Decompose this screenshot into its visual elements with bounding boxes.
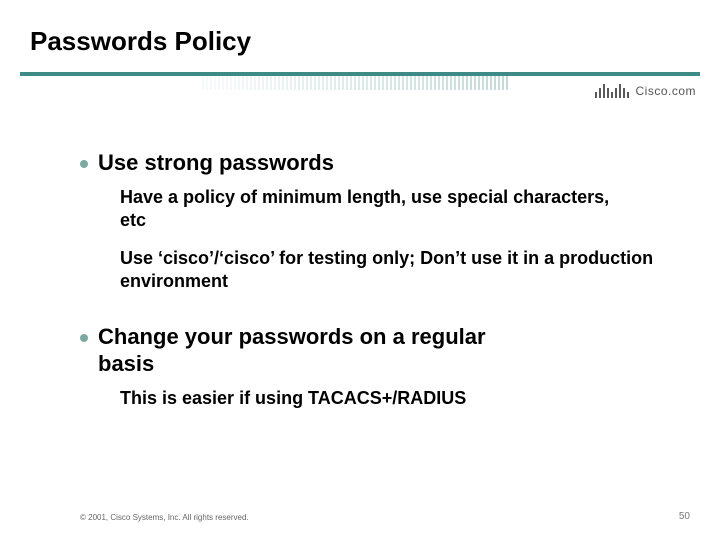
- bullet-1-text: Use strong passwords: [98, 150, 334, 176]
- bullet-icon: [80, 334, 88, 342]
- logo-text: Cisco.com: [635, 84, 696, 98]
- brand-logo: Cisco.com: [595, 76, 696, 98]
- slide-content: Use strong passwords Have a policy of mi…: [60, 150, 670, 426]
- bullet-2-sub-1: This is easier if using TACACS+/RADIUS: [120, 387, 640, 410]
- bullet-2-text: Change your passwords on a regular basis: [98, 324, 518, 377]
- bullet-1-sub-2: Use ‘cisco’/‘cisco’ for testing only; Do…: [120, 247, 660, 292]
- bullet-icon: [80, 160, 88, 168]
- copyright-text: © 2001, Cisco Systems, Inc. All rights r…: [80, 513, 249, 522]
- bullet-2: Change your passwords on a regular basis: [60, 324, 670, 377]
- divider-pattern: [200, 76, 510, 90]
- slide-title: Passwords Policy: [30, 26, 251, 57]
- page-number: 50: [679, 511, 690, 522]
- bullet-1-sub-1: Have a policy of minimum length, use spe…: [120, 186, 640, 231]
- bullet-1: Use strong passwords: [60, 150, 670, 176]
- cisco-bars-icon: [595, 80, 629, 98]
